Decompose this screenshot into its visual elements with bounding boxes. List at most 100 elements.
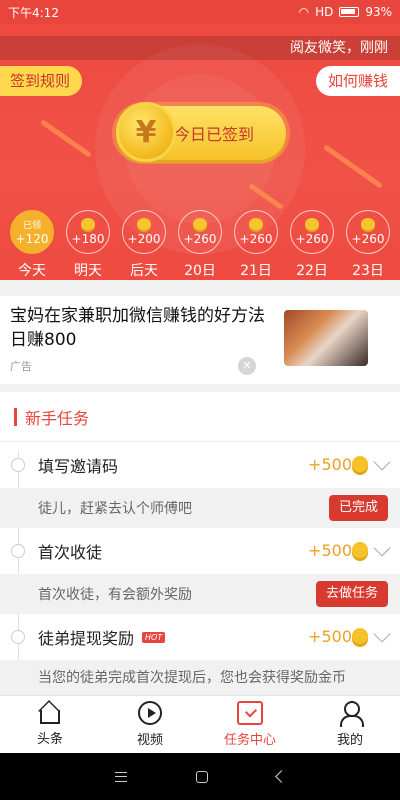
decor-streak (322, 144, 384, 189)
coin-icon (361, 218, 375, 230)
day-item[interactable]: +200 后天 (119, 210, 169, 280)
day-reward-circle: +200 (122, 210, 166, 254)
day-item[interactable]: +260 21日 (231, 210, 281, 280)
nav-video[interactable]: 视频 (100, 696, 200, 753)
day-label: 22日 (296, 263, 328, 279)
task-row[interactable]: 首次收徒 +500 (0, 528, 400, 574)
ad-title[interactable]: 宝妈在家兼职加微信赚钱的好方法 日赚800 (10, 304, 266, 352)
day-item[interactable]: +260 23日 (343, 210, 393, 280)
sign-in-days: 已领 +120 今天 +180 明天 +200 后天 +260 20日 +260… (0, 210, 400, 280)
task-reward: +500 (308, 455, 352, 474)
coin-stack-icon (352, 628, 368, 644)
nav-label: 视频 (136, 733, 163, 748)
battery-icon (339, 7, 360, 17)
day-reward: +260 (183, 232, 217, 246)
calendar-check-icon (237, 701, 263, 725)
coin-stack-icon (352, 542, 368, 558)
decor-streak (39, 119, 93, 158)
day-reward-circle: +260 (346, 210, 390, 254)
day-reward-circle: +260 (290, 210, 334, 254)
ad-close-icon[interactable]: ✕ (238, 357, 256, 375)
task-name: 徒弟提现奖励 (38, 629, 135, 648)
chevron-down-icon[interactable] (373, 453, 391, 471)
task-row[interactable]: 徒弟提现奖励 HOT +500 (0, 614, 400, 660)
nav-label: 头条 (36, 732, 63, 747)
coin-icon (137, 218, 151, 230)
day-reward: +180 (71, 232, 105, 246)
how-to-earn-button[interactable]: 如何赚钱 (315, 66, 400, 96)
day-reward: +120 (15, 232, 49, 246)
day-reward-circle: +260 (178, 210, 222, 254)
timeline-dot-icon (11, 458, 25, 472)
network-label: HD (315, 5, 334, 19)
battery-level: 93% (365, 5, 392, 19)
activity-ticker: 阅友微笑，刚刚 (0, 36, 400, 60)
chevron-down-icon[interactable] (373, 539, 391, 557)
coin-icon (193, 218, 207, 230)
task-desc-text: 徒儿，赶紧去认个师傅吧 (38, 501, 192, 517)
day-label: 20日 (184, 263, 216, 279)
chevron-down-icon[interactable] (373, 625, 391, 643)
section-title: 新手任务 (25, 408, 90, 428)
yuan-symbol: ¥ (135, 114, 157, 150)
claimed-tag: 已领 (22, 221, 41, 231)
task-name: 填写邀请码 (38, 457, 119, 476)
ad-thumbnail[interactable] (284, 310, 368, 366)
timeline-dot-icon (11, 630, 25, 644)
day-reward: +260 (239, 232, 273, 246)
day-today[interactable]: 已领 +120 今天 (7, 210, 57, 280)
system-nav-bar (0, 753, 400, 800)
day-reward: +260 (295, 232, 329, 246)
task-desc-text: 首次收徒，有会额外奖励 (38, 587, 192, 603)
home-square-icon[interactable] (195, 770, 208, 783)
wifi-icon: ◠ (298, 5, 310, 19)
menu-icon[interactable] (114, 771, 127, 782)
task-row[interactable]: 填写邀请码 +500 (0, 442, 400, 488)
day-label: 今天 (18, 263, 46, 279)
task-reward: +500 (308, 541, 352, 560)
nav-me[interactable]: 我的 (300, 696, 400, 753)
day-reward-circle: +260 (234, 210, 278, 254)
day-item[interactable]: +260 22日 (287, 210, 337, 280)
day-label: 后天 (130, 263, 158, 279)
do-task-button[interactable]: 去做任务 (315, 581, 388, 607)
section-accent-bar (14, 407, 17, 426)
day-reward: +260 (351, 232, 385, 246)
task-name: 首次收徒 (38, 543, 103, 562)
day-reward-circle: +180 (66, 210, 110, 254)
bottom-nav: 头条 视频 任务中心 我的 (0, 695, 400, 753)
day-label: 23日 (352, 263, 384, 279)
coin-icon (305, 218, 319, 230)
play-icon (138, 701, 162, 725)
sign-in-banner: 阅友微笑，刚刚 签到规则 如何赚钱 今日已签到 ¥ 已领 +120 今天 +18… (0, 24, 400, 280)
nav-label: 我的 (336, 733, 363, 748)
signed-today-label: 今日已签到 (174, 125, 255, 144)
task-desc-text: 当您的徒弟完成首次提现后，您也会获得奖励金币 (38, 670, 346, 686)
hot-badge: HOT (142, 631, 166, 643)
day-item[interactable]: +260 20日 (175, 210, 225, 280)
task-reward: +500 (308, 627, 352, 646)
yuan-coin-icon: ¥ (116, 102, 176, 162)
status-bar: 下午4:12 ◠ HD 93% (0, 0, 400, 24)
nav-headlines[interactable]: 头条 (0, 696, 100, 753)
task-description: 当您的徒弟完成首次提现后，您也会获得奖励金币 (0, 660, 400, 695)
ad-source-label: 广告 (10, 360, 32, 373)
day-label: 21日 (240, 263, 272, 279)
status-time: 下午4:12 (8, 5, 59, 20)
day-reward-circle: 已领 +120 (10, 210, 54, 254)
back-icon[interactable] (274, 770, 288, 783)
coin-icon (81, 218, 95, 230)
sign-rules-button[interactable]: 签到规则 (0, 66, 83, 96)
timeline-dot-icon (11, 544, 25, 558)
section-header: 新手任务 (0, 392, 400, 442)
coin-stack-icon (352, 456, 368, 472)
day-reward: +200 (127, 232, 161, 246)
task-description: 首次收徒，有会额外奖励 去做任务 (0, 574, 400, 614)
home-icon (40, 710, 60, 724)
ad-card[interactable]: 宝妈在家兼职加微信赚钱的好方法 日赚800 广告 ✕ (0, 296, 400, 384)
nav-task-center[interactable]: 任务中心 (200, 696, 300, 753)
day-label: 明天 (74, 263, 102, 279)
completed-button[interactable]: 已完成 (328, 495, 388, 521)
day-item[interactable]: +180 明天 (63, 210, 113, 280)
newbie-tasks-panel: 新手任务 填写邀请码 +500 徒儿，赶紧去认个师傅吧 已完成 首次收徒 +50… (0, 392, 400, 695)
